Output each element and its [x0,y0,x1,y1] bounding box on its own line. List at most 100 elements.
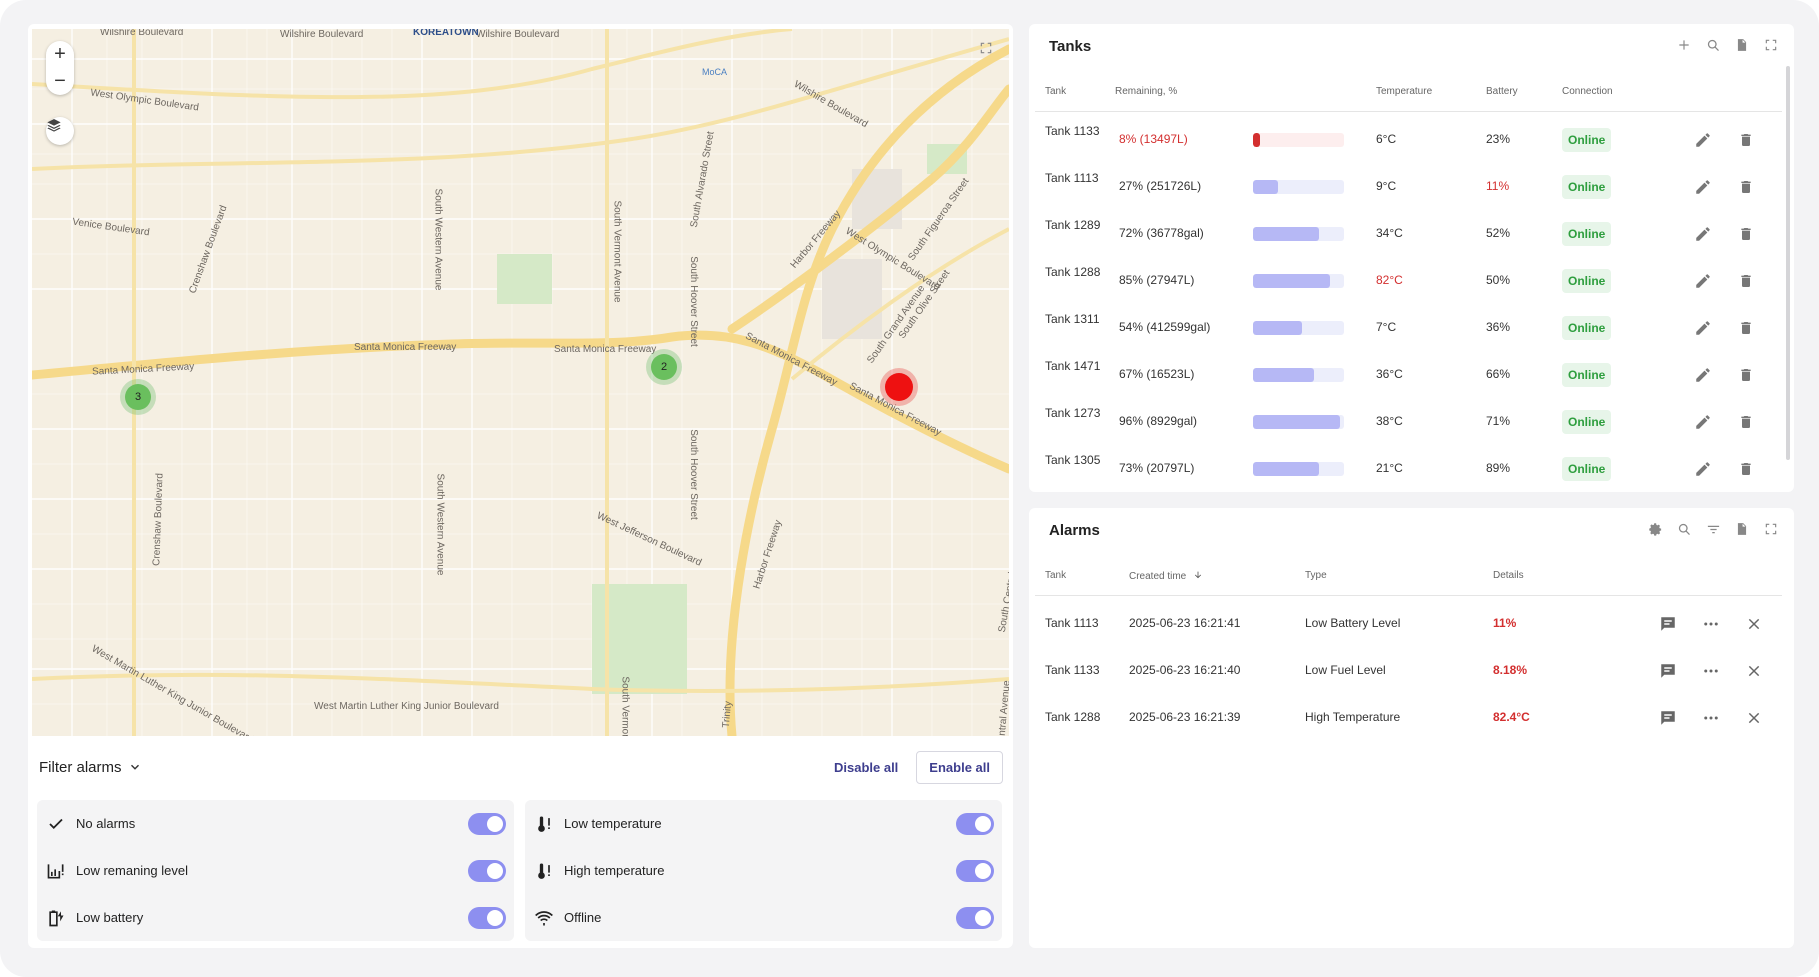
map-label: South Western Avenue [434,473,446,576]
chevron-down-icon [130,764,139,770]
table-row[interactable]: Tank 1113 27% (251726L) 9°C 11% Online [1035,164,1782,211]
search-alarms-button[interactable] [1675,520,1693,538]
filter-low-temperature[interactable]: Low temperature [525,800,1002,847]
delete-icon [1741,369,1751,381]
alarm-settings-button[interactable] [1646,520,1664,538]
delete-tank-button[interactable] [1735,364,1757,386]
table-row[interactable]: Tank 1289 72% (36778gal) 34°C 52% Online [1035,211,1782,258]
add-tank-button[interactable] [1675,36,1693,54]
column-tank[interactable]: Tank [1045,86,1066,97]
comment-icon [1661,617,1675,631]
map-alarm-marker[interactable] [880,368,918,406]
fullscreen-icon [1765,39,1777,51]
level-bar [1253,133,1344,147]
tank-battery: 66% [1486,367,1511,381]
column-battery[interactable]: Battery [1486,86,1518,97]
enable-all-button[interactable]: Enable all [916,750,1003,784]
alarm-more-button[interactable] [1700,660,1722,682]
map-cluster[interactable]: 3 [120,379,156,415]
alarm-comment-button[interactable] [1657,660,1679,682]
tanks-fullscreen-button[interactable] [1762,36,1780,54]
alarms-fullscreen-button[interactable] [1762,520,1780,538]
edit-tank-button[interactable] [1692,270,1714,292]
tank-remaining: 85% (27947L) [1119,273,1195,287]
filter-low-battery[interactable]: Low battery [37,894,514,941]
filter-offline[interactable]: Offline [525,894,1002,941]
edit-tank-button[interactable] [1692,458,1714,480]
column-remaining[interactable]: Remaining, % [1115,86,1177,97]
column-alarm-tank[interactable]: Tank [1045,570,1066,581]
edit-tank-button[interactable] [1692,129,1714,151]
delete-tank-button[interactable] [1735,223,1757,245]
map-panel: Wilshire Boulevard Wilshire Boulevard Wi… [28,24,1013,948]
alarm-row[interactable]: Tank 1133 2025-06-23 16:21:40 Low Fuel Lev… [1035,648,1782,695]
search-tanks-button[interactable] [1704,36,1722,54]
column-details[interactable]: Details [1493,570,1524,581]
alarm-comment-button[interactable] [1657,707,1679,729]
export-alarms-button[interactable] [1733,520,1751,538]
map-fullscreen-button[interactable] [979,41,997,59]
zoom-in-button[interactable]: + [46,41,74,68]
alarm-created-time: 2025-06-23 16:21:41 [1129,616,1241,630]
low-level-toggle[interactable] [468,859,506,882]
delete-tank-button[interactable] [1735,129,1757,151]
export-tanks-button[interactable] [1733,36,1751,54]
tank-battery: 89% [1486,461,1511,475]
filter-low-level[interactable]: Low remaning level [37,847,514,894]
delete-tank-button[interactable] [1735,270,1757,292]
filter-no-alarms[interactable]: No alarms [37,800,514,847]
alarm-details: 8.18% [1493,663,1528,677]
low-battery-toggle[interactable] [468,906,506,929]
map[interactable]: Wilshire Boulevard Wilshire Boulevard Wi… [32,29,1009,736]
tank-temperature: 6°C [1376,132,1397,146]
edit-tank-button[interactable] [1692,223,1714,245]
level-bar [1253,368,1344,382]
edit-icon [1696,462,1710,476]
delete-tank-button[interactable] [1735,317,1757,339]
edit-tank-button[interactable] [1692,364,1714,386]
column-temperature[interactable]: Temperature [1376,86,1432,97]
map-label: South Hoover Street [687,429,699,520]
edit-tank-button[interactable] [1692,176,1714,198]
table-row[interactable]: Tank 1273 96% (8929gal) 38°C 71% Online [1035,399,1782,446]
delete-tank-button[interactable] [1735,176,1757,198]
alarm-more-button[interactable] [1700,613,1722,635]
alarm-more-button[interactable] [1700,707,1722,729]
delete-tank-button[interactable] [1735,411,1757,433]
column-created-time[interactable]: Created time [1129,570,1203,582]
filter-alarms-dropdown[interactable]: Filter alarms [39,759,142,776]
alarm-clear-button[interactable] [1743,660,1765,682]
alarm-row[interactable]: Tank 1113 2025-06-23 16:21:41 Low Battery … [1035,601,1782,648]
table-row[interactable]: Tank 1133 8% (13497L) 6°C 23% Online [1035,117,1782,164]
thermometer-high-alert-icon [538,863,550,879]
table-row[interactable]: Tank 1471 67% (16523L) 36°C 66% Online [1035,352,1782,399]
delete-tank-button[interactable] [1735,458,1757,480]
tanks-scrollbar[interactable] [1786,66,1790,460]
filter-icon [1707,525,1719,533]
edit-icon [1696,368,1710,382]
map-label-district: KOREATOWN [413,29,479,38]
alarm-clear-button[interactable] [1743,613,1765,635]
high-temperature-toggle[interactable] [956,859,994,882]
table-row[interactable]: Tank 1288 85% (27947L) 82°C 50% Online [1035,258,1782,305]
edit-tank-button[interactable] [1692,411,1714,433]
edit-tank-button[interactable] [1692,317,1714,339]
layers-button[interactable] [46,117,74,145]
alarm-clear-button[interactable] [1743,707,1765,729]
no-alarms-toggle[interactable] [468,812,506,835]
low-temperature-toggle[interactable] [956,812,994,835]
level-bar [1253,321,1344,335]
table-row[interactable]: Tank 1311 54% (412599gal) 7°C 36% Online [1035,305,1782,352]
alarm-comment-button[interactable] [1657,613,1679,635]
offline-toggle[interactable] [956,906,994,929]
column-connection[interactable]: Connection [1562,86,1613,97]
column-type[interactable]: Type [1305,570,1327,581]
map-cluster[interactable]: 2 [646,349,682,385]
filter-alarms-button[interactable] [1704,520,1722,538]
disable-all-button[interactable]: Disable all [824,752,908,783]
table-row[interactable]: Tank 1305 73% (20797L) 21°C 89% Online [1035,446,1782,493]
alarm-row[interactable]: Tank 1288 2025-06-23 16:21:39 High Tempera… [1035,695,1782,742]
filter-high-temperature[interactable]: High temperature [525,847,1002,894]
zoom-out-button[interactable]: − [46,68,74,95]
delete-icon [1741,134,1751,146]
